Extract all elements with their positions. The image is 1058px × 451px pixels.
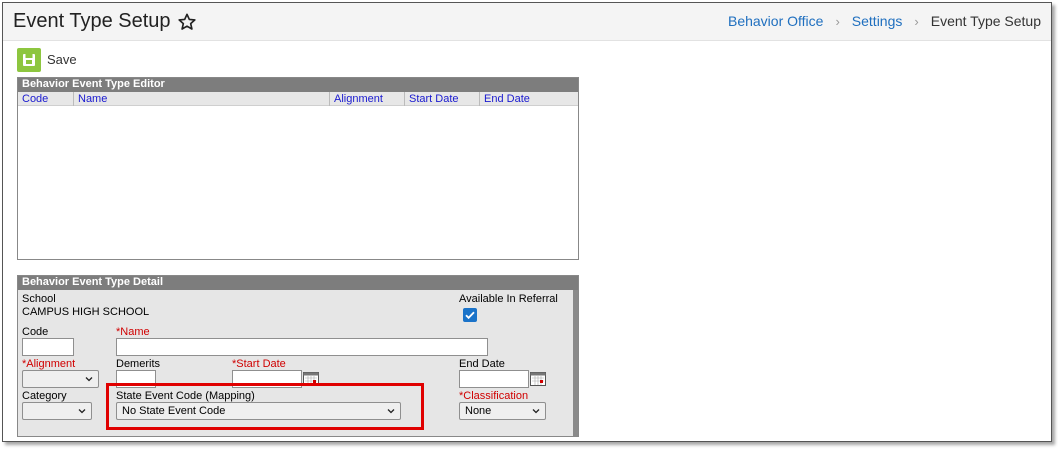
detail-scrollbar[interactable] <box>573 290 578 436</box>
classification-value: None <box>465 405 492 417</box>
breadcrumb-behavior-office[interactable]: Behavior Office <box>728 13 823 29</box>
available-in-referral-checkbox[interactable] <box>463 308 477 322</box>
category-label: Category <box>22 390 67 402</box>
code-input[interactable] <box>22 338 74 356</box>
chevron-down-icon <box>85 377 93 382</box>
breadcrumb-current: Event Type Setup <box>930 13 1041 29</box>
available-in-referral-label: Available In Referral <box>459 293 558 305</box>
column-name[interactable]: Name <box>73 92 329 106</box>
end-date-input[interactable] <box>459 370 529 388</box>
column-end-date[interactable]: End Date <box>479 92 578 106</box>
save-button[interactable] <box>17 48 41 72</box>
calendar-icon[interactable] <box>530 372 546 386</box>
classification-select[interactable]: None <box>459 402 546 420</box>
category-select[interactable] <box>22 402 92 420</box>
column-code[interactable]: Code <box>18 92 73 106</box>
page-title: Event Type Setup <box>13 10 171 32</box>
column-start-date[interactable]: Start Date <box>404 92 479 106</box>
demerits-label: Demerits <box>116 358 161 370</box>
chevron-down-icon <box>532 409 540 414</box>
school-label: School <box>22 293 56 305</box>
star-icon[interactable] <box>177 12 197 32</box>
alignment-label: *Alignment <box>22 358 76 370</box>
editor-header: Behavior Event Type Editor <box>18 78 578 92</box>
save-label[interactable]: Save <box>47 52 77 67</box>
save-icon <box>23 54 35 66</box>
name-input[interactable] <box>116 338 488 356</box>
school-value: CAMPUS HIGH SCHOOL <box>22 306 150 318</box>
event-type-editor: Behavior Event Type Editor Code Name Ali… <box>17 77 579 260</box>
end-date-label: End Date <box>459 358 505 370</box>
alignment-select[interactable] <box>22 370 99 388</box>
chevron-down-icon <box>78 409 86 414</box>
name-label: *Name <box>116 326 150 338</box>
detail-header: Behavior Event Type Detail <box>18 276 578 290</box>
app-window: Event Type Setup Behavior Office › Setti… <box>2 2 1052 442</box>
editor-column-headers: Code Name Alignment Start Date End Date <box>18 92 578 106</box>
column-alignment[interactable]: Alignment <box>329 92 404 106</box>
breadcrumb-settings[interactable]: Settings <box>852 13 903 29</box>
breadcrumb: Behavior Office › Settings › Event Type … <box>728 13 1041 29</box>
classification-label: *Classification <box>459 390 529 402</box>
highlight-box <box>106 383 424 430</box>
start-date-label: *Start Date <box>232 358 286 370</box>
chevron-right-icon: › <box>835 13 840 29</box>
top-bar: Event Type Setup Behavior Office › Setti… <box>3 3 1051 41</box>
chevron-right-icon: › <box>914 13 919 29</box>
check-icon <box>465 311 475 320</box>
code-label: Code <box>22 326 49 338</box>
